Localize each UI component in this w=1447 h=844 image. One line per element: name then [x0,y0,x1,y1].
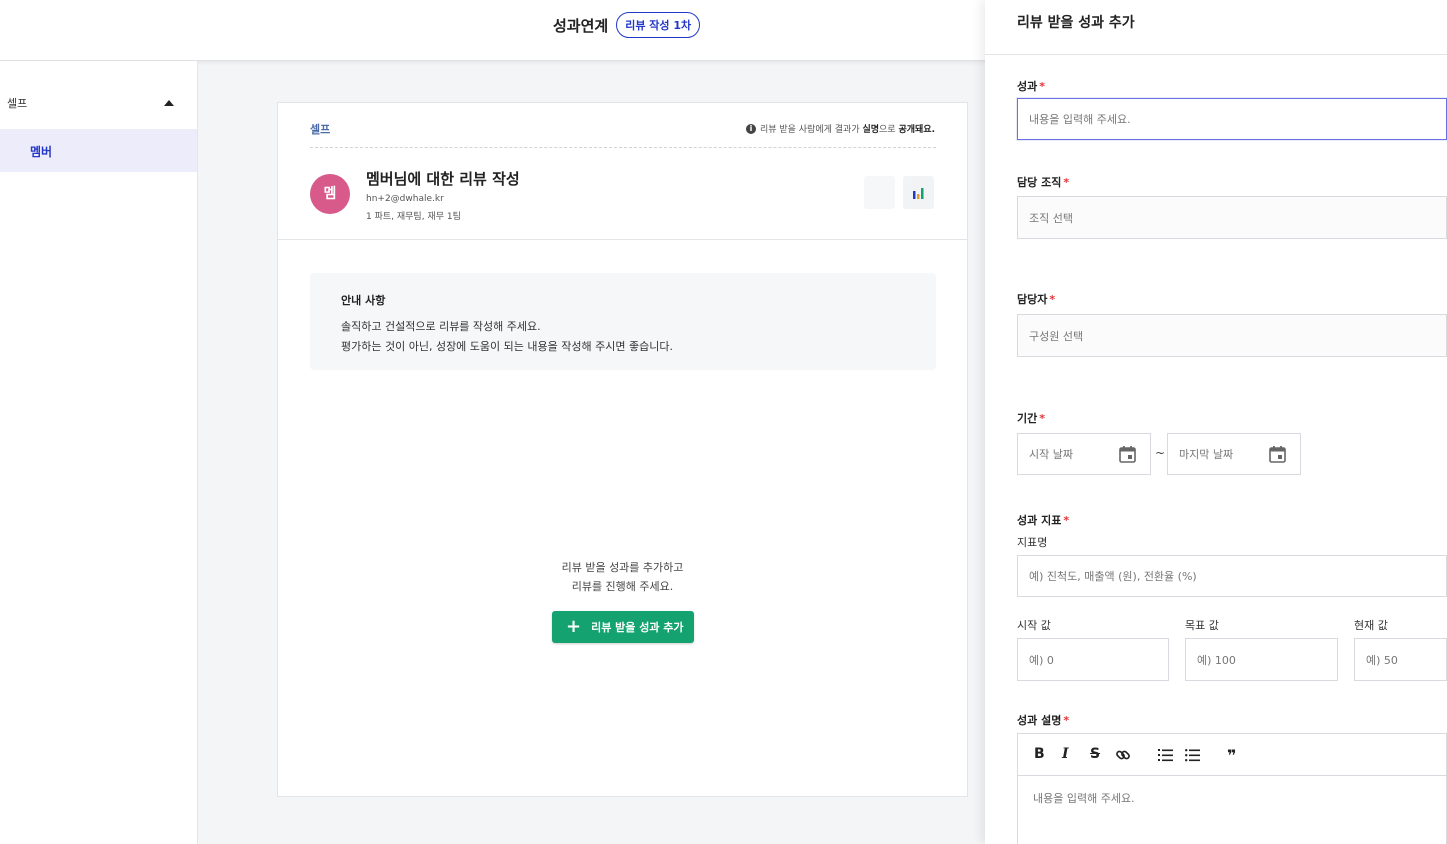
end-date-placeholder: 마지막 날짜 [1179,448,1234,461]
calendar-icon[interactable] [1118,445,1137,464]
sidebar: 셀프 멤버 [0,61,198,844]
guide-box: 안내 사항 솔직하고 건설적으로 리뷰를 작성해 주세요. 평가하는 것이 아닌… [310,273,936,370]
required-mark: * [1039,80,1046,93]
header-title-group: 성과연계 리뷰 작성 1차 [553,12,701,38]
reviewee-org: 1 파트, 재무팀, 재무 1팀 [366,212,461,222]
description-placeholder: 내용을 입력해 주세요. [1033,792,1135,805]
guide-line: 평가하는 것이 아닌, 성장에 도움이 되는 내용을 작성해 주시면 좋습니다. [341,340,673,353]
review-title: 멤버님에 대한 리뷰 작성 [366,170,520,188]
add-achievement-label: 리뷰 받을 성과 추가 [591,621,684,634]
org-label: 담당 조직 * [1017,176,1070,189]
editor-toolbar: B I S ❞ [1017,733,1447,776]
guide-heading: 안내 사항 [341,294,386,307]
chart-button[interactable] [903,176,934,209]
start-value-placeholder: 예) 0 [1029,653,1054,667]
required-mark: * [1063,714,1070,727]
sidebar-item-member[interactable]: 멤버 [0,129,197,172]
org-select[interactable]: 조직 선택 [1017,196,1447,239]
divider [278,239,967,240]
owner-select[interactable]: 구성원 선택 [1017,314,1447,357]
secondary-action-button[interactable] [864,176,895,209]
reviewee-email: hn+2@dwhale.kr [366,194,444,204]
period-separator: ~ [1155,446,1166,460]
description-label: 성과 설명 * [1017,714,1070,727]
period-label: 기간 * [1017,412,1046,425]
owner-label: 담당자 * [1017,293,1056,306]
notice-text: 리뷰 받을 사람에게 결과가 실명으로 공개돼요. [759,125,935,135]
org-placeholder: 조직 선택 [1029,211,1073,225]
guide-line: 솔직하고 건설적으로 리뷰를 작성해 주세요. [341,320,541,333]
required-mark: * [1063,514,1070,527]
add-achievement-panel: 리뷰 받을 성과 추가 성과 * 내용을 입력해 주세요. 담당 조직 * 조직 선… [985,0,1447,844]
empty-state-text: 리뷰 받을 성과를 추가하고 [561,561,684,574]
achievement-input[interactable]: 내용을 입력해 주세요. [1017,98,1447,140]
info-icon: i [745,123,756,134]
link-icon[interactable] [1115,747,1131,763]
target-value-label: 목표 값 [1185,619,1219,632]
current-value-placeholder: 예) 50 [1366,653,1398,667]
start-value-label: 시작 값 [1017,619,1051,632]
ordered-list-icon[interactable] [1158,748,1174,762]
quote-icon[interactable]: ❞ [1227,746,1236,765]
metric-name-input[interactable]: 예) 진척도, 매출액 (원), 전환율 (%) [1017,555,1447,597]
achievement-placeholder: 내용을 입력해 주세요. [1029,113,1131,126]
metric-label: 성과 지표 * [1017,514,1070,527]
required-mark: * [1063,176,1070,189]
current-value-input[interactable]: 예) 50 [1354,638,1447,681]
bullet-list-icon[interactable] [1185,748,1201,762]
metric-name-label: 지표명 [1017,536,1048,549]
review-stage-badge: 리뷰 작성 1차 [616,12,701,38]
sidebar-item-label: 멤버 [30,145,53,159]
italic-icon[interactable]: I [1062,746,1069,762]
visibility-notice: i 리뷰 받을 사람에게 결과가 실명으로 공개돼요. [745,122,935,135]
bold-icon[interactable]: B [1034,746,1045,762]
calendar-icon[interactable] [1268,445,1287,464]
plus-icon: + [566,616,582,637]
avatar: 멤 [310,174,350,214]
page-title: 성과연계 [553,16,609,35]
owner-placeholder: 구성원 선택 [1029,329,1084,343]
achievement-label: 성과 * [1017,80,1046,93]
metric-name-placeholder: 예) 진척도, 매출액 (원), 전환율 (%) [1029,570,1197,583]
target-value-placeholder: 예) 100 [1197,653,1236,667]
current-value-label: 현재 값 [1354,619,1388,632]
caret-up-icon[interactable] [164,100,174,106]
bar-chart-icon [913,188,924,199]
target-value-input[interactable]: 예) 100 [1185,638,1338,681]
required-mark: * [1039,412,1046,425]
required-mark: * [1049,293,1056,306]
review-card: 셀프 i 리뷰 받을 사람에게 결과가 실명으로 공개돼요. 멤 멤버님에 대한… [277,102,968,797]
panel-divider [985,54,1447,55]
sidebar-group-label: 셀프 [7,97,28,110]
start-date-input[interactable]: 시작 날짜 [1017,433,1151,475]
description-editor[interactable]: 내용을 입력해 주세요. [1017,775,1447,844]
empty-state-text: 리뷰를 진행해 주세요. [571,580,674,593]
dashed-divider [310,147,936,148]
strikethrough-icon[interactable]: S [1090,746,1100,762]
review-tab-label: 셀프 [310,123,331,136]
start-value-input[interactable]: 예) 0 [1017,638,1169,681]
add-achievement-button[interactable]: + 리뷰 받을 성과 추가 [552,611,694,643]
start-date-placeholder: 시작 날짜 [1029,448,1073,461]
sidebar-group-self[interactable]: 셀프 [0,83,197,121]
panel-title: 리뷰 받을 성과 추가 [1017,15,1135,31]
end-date-input[interactable]: 마지막 날짜 [1167,433,1301,475]
